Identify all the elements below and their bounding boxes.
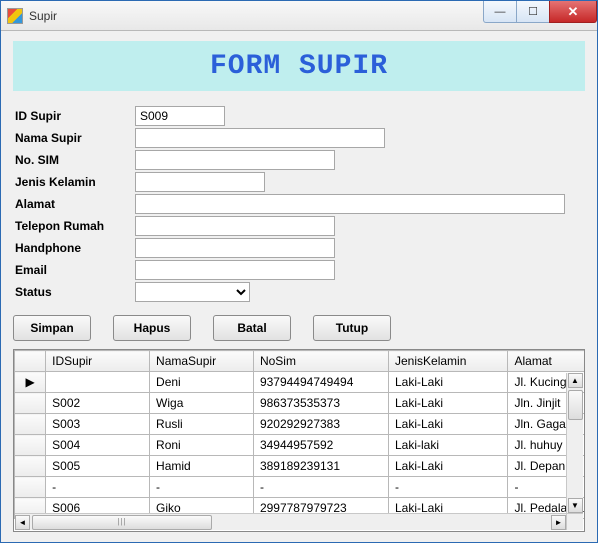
row-header[interactable]: ▶ bbox=[15, 372, 46, 393]
row-header[interactable] bbox=[15, 414, 46, 435]
page-title-banner: FORM SUPIR bbox=[13, 41, 585, 91]
handphone-input[interactable] bbox=[135, 238, 335, 258]
table-row[interactable]: ▶S001Deni93794494749494Laki-LakiJl. Kuci… bbox=[15, 372, 585, 393]
cell-nama[interactable]: Deni bbox=[150, 372, 254, 393]
col-idsupir[interactable]: IDSupir bbox=[46, 351, 150, 372]
col-nosim[interactable]: NoSim bbox=[253, 351, 388, 372]
scroll-corner bbox=[566, 513, 583, 530]
cell-sim[interactable]: 389189239131 bbox=[253, 456, 388, 477]
id-supir-input[interactable] bbox=[135, 106, 225, 126]
cell-sim[interactable]: 93794494749494 bbox=[253, 372, 388, 393]
scroll-left-icon[interactable]: ◄ bbox=[15, 515, 30, 530]
titlebar[interactable]: Supir — ☐ ✕ bbox=[1, 1, 597, 31]
table-row[interactable]: S002Wiga986373535373Laki-LakiJln. Jinjit bbox=[15, 393, 585, 414]
cell-jk[interactable]: - bbox=[389, 477, 508, 498]
scroll-right-icon[interactable]: ► bbox=[551, 515, 566, 530]
cell-nama[interactable]: Wiga bbox=[150, 393, 254, 414]
scroll-down-icon[interactable]: ▼ bbox=[568, 498, 583, 513]
cell-sim[interactable]: 986373535373 bbox=[253, 393, 388, 414]
status-select[interactable] bbox=[135, 282, 250, 302]
cell-sim[interactable]: - bbox=[253, 477, 388, 498]
table-row[interactable]: S003Rusli920292927383Laki-LakiJln. Gagak bbox=[15, 414, 585, 435]
batal-button[interactable]: Batal bbox=[213, 315, 291, 341]
jenis-kelamin-input[interactable] bbox=[135, 172, 265, 192]
label-alamat: Alamat bbox=[15, 197, 135, 211]
label-email: Email bbox=[15, 263, 135, 277]
col-namasupir[interactable]: NamaSupir bbox=[150, 351, 254, 372]
cell-nama[interactable]: - bbox=[150, 477, 254, 498]
app-window: Supir — ☐ ✕ FORM SUPIR ID Supir Nama Sup… bbox=[0, 0, 598, 543]
grid-header-row: IDSupir NamaSupir NoSim JenisKelamin Ala… bbox=[15, 351, 585, 372]
email-input[interactable] bbox=[135, 260, 335, 280]
telepon-rumah-input[interactable] bbox=[135, 216, 335, 236]
minimize-button[interactable]: — bbox=[483, 1, 517, 23]
vscroll-thumb[interactable] bbox=[568, 390, 583, 420]
row-header[interactable] bbox=[15, 393, 46, 414]
maximize-button[interactable]: ☐ bbox=[516, 1, 550, 23]
button-row: Simpan Hapus Batal Tutup bbox=[13, 309, 585, 349]
vertical-scrollbar[interactable]: ▲ ▼ bbox=[566, 373, 583, 513]
cell-jk[interactable]: Laki-Laki bbox=[389, 414, 508, 435]
label-telepon-rumah: Telepon Rumah bbox=[15, 219, 135, 233]
cell-id[interactable]: - bbox=[46, 477, 150, 498]
table-row[interactable]: ----- bbox=[15, 477, 585, 498]
label-handphone: Handphone bbox=[15, 241, 135, 255]
simpan-button[interactable]: Simpan bbox=[13, 315, 91, 341]
data-grid[interactable]: IDSupir NamaSupir NoSim JenisKelamin Ala… bbox=[13, 349, 585, 532]
label-id-supir: ID Supir bbox=[15, 109, 135, 123]
label-status: Status bbox=[15, 285, 135, 299]
cell-jk[interactable]: Laki-Laki bbox=[389, 393, 508, 414]
table-row[interactable]: S004Roni34944957592Laki-lakiJl. huhuy bbox=[15, 435, 585, 456]
row-header[interactable] bbox=[15, 435, 46, 456]
row-header[interactable] bbox=[15, 477, 46, 498]
cell-sim[interactable]: 34944957592 bbox=[253, 435, 388, 456]
cell-jk[interactable]: Laki-Laki bbox=[389, 456, 508, 477]
col-alamat[interactable]: Alamat bbox=[508, 351, 584, 372]
cell-id[interactable]: S003 bbox=[46, 414, 150, 435]
cell-nama[interactable]: Rusli bbox=[150, 414, 254, 435]
row-header[interactable] bbox=[15, 456, 46, 477]
app-icon bbox=[7, 8, 23, 24]
window-title: Supir bbox=[29, 9, 57, 23]
label-jenis-kelamin: Jenis Kelamin bbox=[15, 175, 135, 189]
cell-id[interactable]: S004 bbox=[46, 435, 150, 456]
grid-corner bbox=[15, 351, 46, 372]
scroll-up-icon[interactable]: ▲ bbox=[568, 373, 583, 388]
horizontal-scrollbar[interactable]: ◄ ► bbox=[15, 513, 566, 530]
cell-nama[interactable]: Roni bbox=[150, 435, 254, 456]
hscroll-thumb[interactable] bbox=[32, 515, 212, 530]
nama-supir-input[interactable] bbox=[135, 128, 385, 148]
cell-id[interactable]: S001 bbox=[46, 372, 150, 393]
table-row[interactable]: S005Hamid389189239131Laki-LakiJl. Depan bbox=[15, 456, 585, 477]
hapus-button[interactable]: Hapus bbox=[113, 315, 191, 341]
col-jeniskelamin[interactable]: JenisKelamin bbox=[389, 351, 508, 372]
form-area: ID Supir Nama Supir No. SIM Jenis Kelami… bbox=[13, 101, 585, 309]
page-title: FORM SUPIR bbox=[210, 51, 388, 82]
cell-id[interactable]: S005 bbox=[46, 456, 150, 477]
label-nama-supir: Nama Supir bbox=[15, 131, 135, 145]
cell-sim[interactable]: 920292927383 bbox=[253, 414, 388, 435]
cell-nama[interactable]: Hamid bbox=[150, 456, 254, 477]
cell-jk[interactable]: Laki-laki bbox=[389, 435, 508, 456]
alamat-input[interactable] bbox=[135, 194, 565, 214]
close-button[interactable]: ✕ bbox=[549, 1, 597, 23]
cell-id[interactable]: S002 bbox=[46, 393, 150, 414]
no-sim-input[interactable] bbox=[135, 150, 335, 170]
label-no-sim: No. SIM bbox=[15, 153, 135, 167]
tutup-button[interactable]: Tutup bbox=[313, 315, 391, 341]
cell-jk[interactable]: Laki-Laki bbox=[389, 372, 508, 393]
